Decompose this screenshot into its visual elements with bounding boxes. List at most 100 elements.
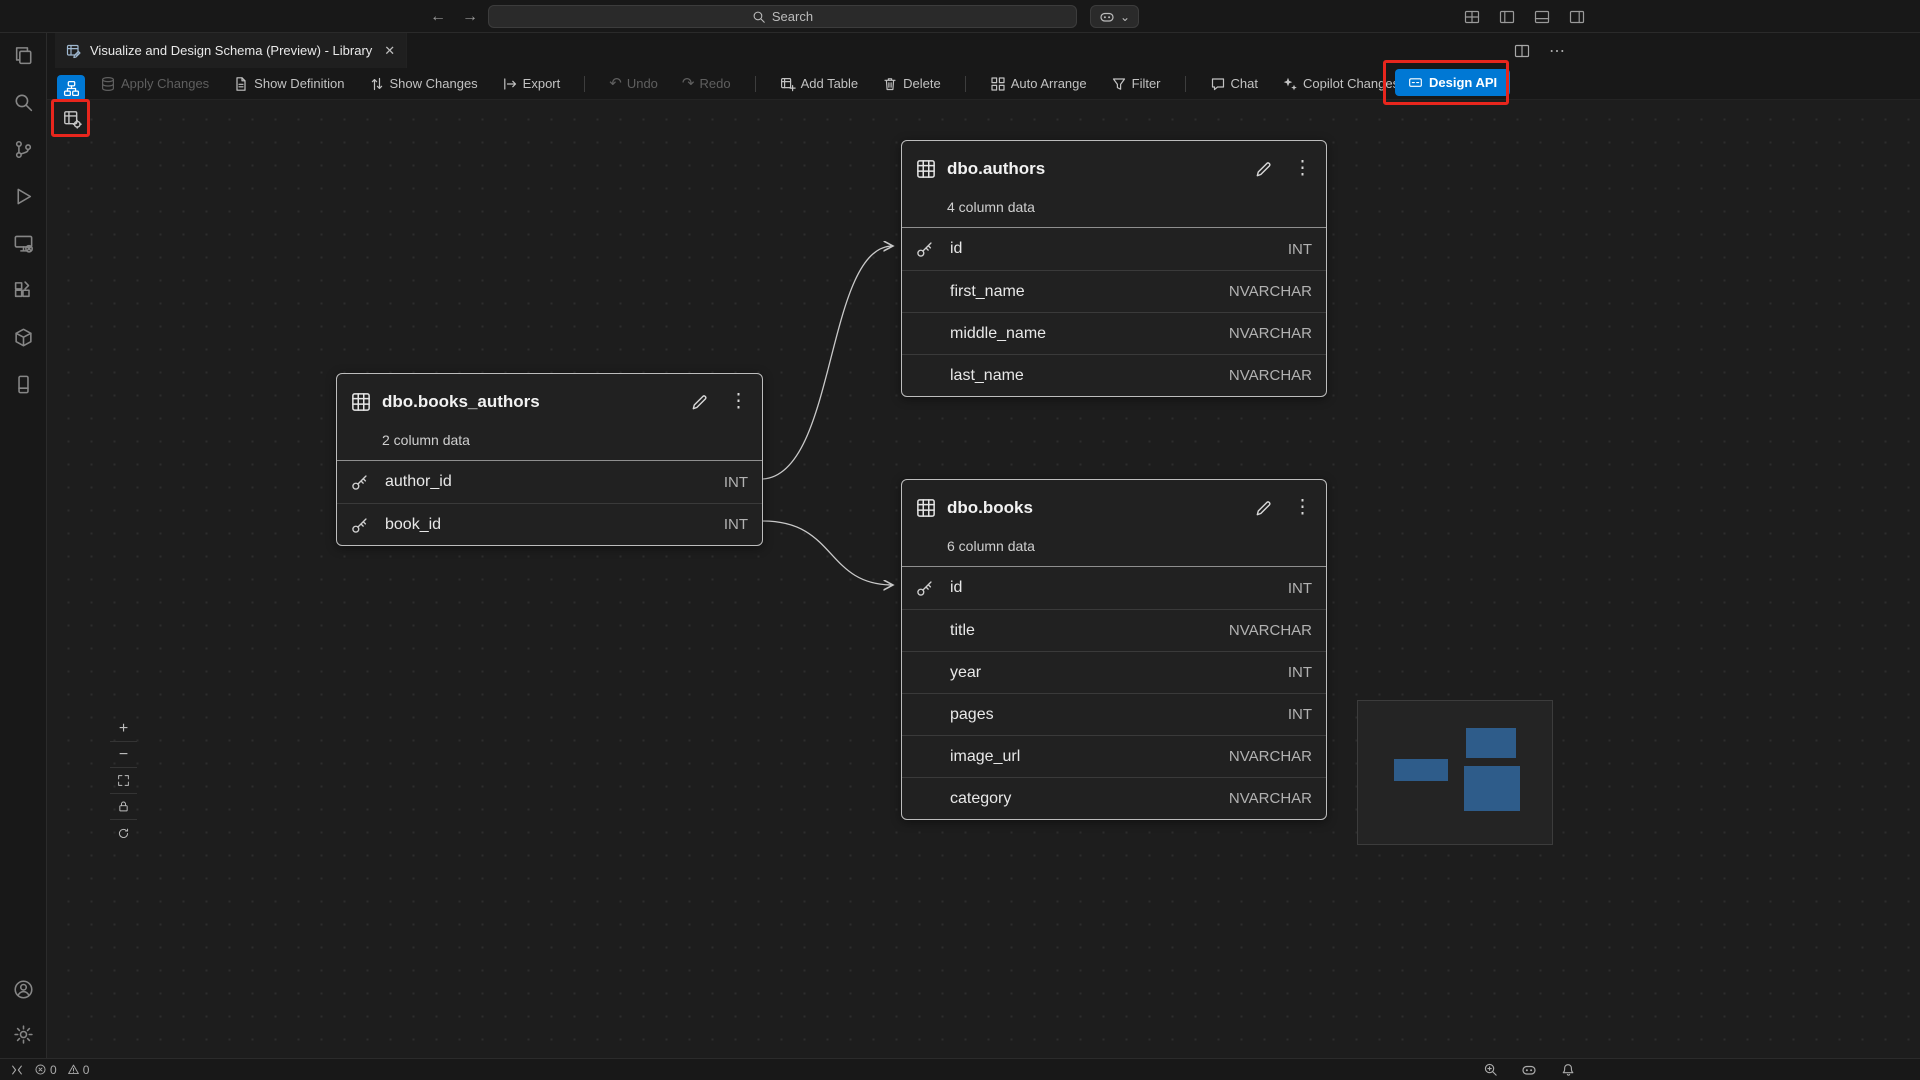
design-api-button[interactable]: Design API — [1395, 69, 1510, 96]
warning-icon — [67, 1063, 80, 1076]
copilot-changes-label: Copilot Changes — [1303, 76, 1399, 91]
toggle-primary-sidebar-icon[interactable] — [1495, 5, 1519, 29]
source-control-icon[interactable] — [11, 137, 35, 161]
sparkle-icon — [1282, 76, 1298, 92]
column-row-year[interactable]: year INT — [902, 651, 1326, 693]
column-name: book_id — [385, 516, 441, 534]
toggle-secondary-sidebar-icon[interactable] — [1565, 5, 1589, 29]
toggle-panel-icon[interactable] — [1530, 5, 1554, 29]
edit-pencil-icon[interactable] — [1254, 499, 1273, 518]
show-changes-button[interactable]: Show Changes — [369, 76, 478, 92]
copilot-changes-button[interactable]: Copilot Changes — [1282, 76, 1399, 92]
column-count-label: 6 column data — [902, 532, 1326, 566]
fit-to-screen-button[interactable] — [110, 768, 137, 794]
column-type: NVARCHAR — [1229, 283, 1312, 300]
search-input[interactable]: Search — [488, 5, 1077, 28]
delete-button[interactable]: Delete — [882, 76, 941, 92]
design-api-icon — [1408, 75, 1423, 90]
extensions-icon[interactable] — [11, 278, 35, 302]
editor-area: Visualize and Design Schema (Preview) - … — [47, 33, 1920, 1058]
column-row-pages[interactable]: pages INT — [902, 693, 1326, 735]
problems-errors[interactable]: 0 — [34, 1063, 57, 1077]
column-row-image-url[interactable]: image_url NVARCHAR — [902, 735, 1326, 777]
show-definition-button[interactable]: Show Definition — [233, 76, 344, 92]
zoom-status-icon[interactable] — [1478, 1058, 1502, 1080]
column-type: INT — [724, 516, 748, 533]
column-row-id[interactable]: id INT — [902, 567, 1326, 609]
settings-gear-icon[interactable] — [11, 1022, 35, 1046]
problems-warnings[interactable]: 0 — [67, 1063, 90, 1077]
table-node-authors[interactable]: dbo.authors ⋮ 4 column data id INT — [901, 140, 1327, 397]
column-row-author-id[interactable]: author_id INT — [337, 461, 762, 503]
run-debug-icon[interactable] — [11, 184, 35, 208]
add-table-label: Add Table — [801, 76, 859, 91]
column-name: first_name — [950, 283, 1025, 301]
reset-view-button[interactable] — [110, 820, 137, 846]
export-button[interactable]: Export — [502, 76, 561, 92]
chat-button[interactable]: Chat — [1210, 76, 1258, 92]
edit-pencil-icon[interactable] — [1254, 160, 1273, 179]
error-icon — [34, 1063, 47, 1076]
show-definition-icon — [233, 76, 249, 92]
more-actions-icon[interactable]: ⋯ — [1549, 41, 1565, 61]
database-projects-icon[interactable] — [11, 372, 35, 396]
column-count-label: 2 column data — [337, 426, 762, 460]
table-icon — [916, 159, 936, 179]
column-row-book-id[interactable]: book_id INT — [337, 503, 762, 545]
chat-icon — [1210, 76, 1226, 92]
filter-button[interactable]: Filter — [1111, 76, 1161, 92]
column-row-middle-name[interactable]: middle_name NVARCHAR — [902, 312, 1326, 354]
bell-icon[interactable] — [1556, 1058, 1580, 1080]
column-type: INT — [1288, 580, 1312, 597]
redo-label: Redo — [699, 76, 730, 91]
key-slot-empty — [916, 283, 938, 301]
zoom-in-button[interactable]: + — [110, 716, 137, 742]
table-menu-icon[interactable]: ⋮ — [729, 394, 748, 410]
add-table-button[interactable]: Add Table — [780, 76, 859, 92]
account-icon[interactable] — [11, 977, 35, 1001]
minimap-node-authors — [1466, 728, 1516, 758]
database-cube-icon[interactable] — [11, 325, 35, 349]
copilot-menu-button[interactable]: ⌄ — [1090, 5, 1139, 28]
table-menu-icon[interactable]: ⋮ — [1293, 500, 1312, 516]
copilot-status-icon[interactable] — [1517, 1058, 1541, 1080]
tab-schema-designer[interactable]: Visualize and Design Schema (Preview) - … — [55, 33, 407, 68]
edit-pencil-icon[interactable] — [690, 393, 709, 412]
close-icon[interactable]: ✕ — [384, 43, 395, 59]
remote-indicator[interactable] — [10, 1063, 24, 1077]
schema-canvas[interactable]: dbo.books_authors ⋮ 2 column data author… — [47, 100, 1920, 1058]
show-changes-label: Show Changes — [390, 76, 478, 91]
apply-changes-button[interactable]: Apply Changes — [100, 76, 209, 92]
column-row-first-name[interactable]: first_name NVARCHAR — [902, 270, 1326, 312]
table-menu-icon[interactable]: ⋮ — [1293, 161, 1312, 177]
zoom-out-button[interactable]: − — [110, 742, 137, 768]
zoom-controls: + − — [110, 716, 137, 846]
column-name: last_name — [950, 367, 1024, 385]
table-node-books-authors[interactable]: dbo.books_authors ⋮ 2 column data author… — [336, 373, 763, 546]
column-row-id[interactable]: id INT — [902, 228, 1326, 270]
column-row-category[interactable]: category NVARCHAR — [902, 777, 1326, 819]
back-button[interactable]: ← — [430, 8, 446, 26]
customize-layout-icon[interactable] — [1460, 5, 1484, 29]
undo-label: Undo — [627, 76, 658, 91]
column-row-title[interactable]: title NVARCHAR — [902, 609, 1326, 651]
table-settings-button[interactable] — [58, 106, 86, 133]
title-bar: ← → Search ⌄ — [0, 0, 1920, 33]
auto-arrange-button[interactable]: Auto Arrange — [990, 76, 1087, 92]
minimap[interactable] — [1357, 700, 1553, 845]
redo-button[interactable]: ↷ Redo — [682, 76, 731, 91]
search-icon — [752, 10, 766, 24]
table-node-books[interactable]: dbo.books ⋮ 6 column data id INT — [901, 479, 1327, 820]
schema-diagram-view-button[interactable] — [57, 75, 85, 102]
chevron-down-icon: ⌄ — [1120, 12, 1130, 22]
toolbar-separator — [584, 76, 585, 92]
column-row-last-name[interactable]: last_name NVARCHAR — [902, 354, 1326, 396]
split-editor-icon[interactable] — [1510, 39, 1534, 63]
remote-explorer-icon[interactable] — [11, 231, 35, 255]
copy-files-icon[interactable] — [11, 43, 35, 67]
undo-button[interactable]: ↶ Undo — [609, 76, 658, 91]
forward-button[interactable]: → — [462, 8, 478, 26]
search-sidebar-icon[interactable] — [11, 90, 35, 114]
search-placeholder: Search — [772, 9, 813, 24]
lock-button[interactable] — [110, 794, 137, 820]
